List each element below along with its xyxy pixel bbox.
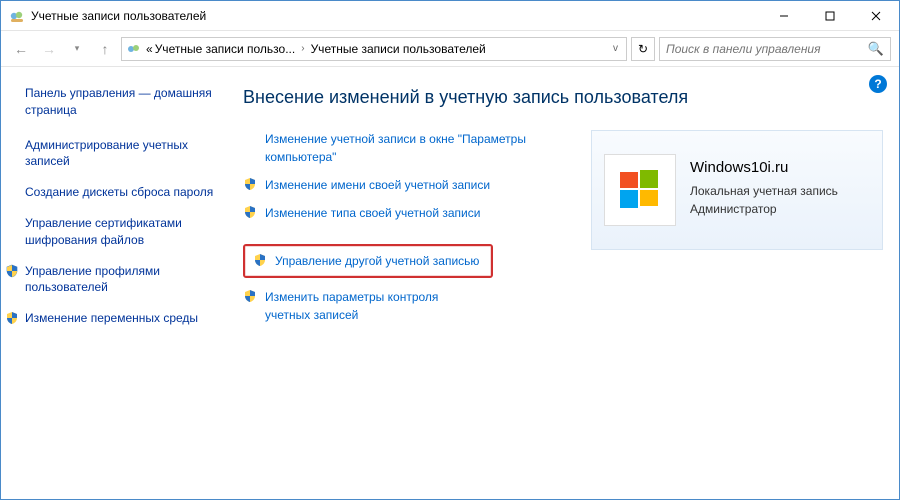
link-label: Изменение типа своей учетной записи: [265, 204, 480, 222]
shield-icon: [5, 311, 19, 325]
link-label: Управление другой учетной записью: [275, 252, 479, 270]
control-panel-window: Учетные записи пользователей ← → ▾ ↑ « У…: [0, 0, 900, 500]
breadcrumb-chevron-icon: ›: [297, 43, 308, 54]
link-label: Изменение учетной записи в окне "Парамет…: [265, 130, 567, 166]
avatar: [604, 154, 676, 226]
main-row: Изменение учетной записи в окне "Парамет…: [243, 130, 883, 334]
window-title: Учетные записи пользователей: [31, 9, 206, 23]
close-button[interactable]: [853, 1, 899, 31]
page-heading: Внесение изменений в учетную запись поль…: [243, 87, 883, 108]
window-controls: [761, 1, 899, 31]
shield-icon: [5, 264, 19, 278]
main-panel: Внесение изменений в учетную запись поль…: [231, 67, 899, 499]
sidebar: Панель управления — домашняя страница Ад…: [1, 67, 231, 499]
search-input[interactable]: [666, 42, 868, 56]
link-change-in-settings[interactable]: Изменение учетной записи в окне "Парамет…: [243, 130, 567, 166]
sidebar-item-admin-accounts[interactable]: Администрирование учетных записей: [25, 137, 221, 171]
shield-icon: [243, 205, 257, 219]
breadcrumb-prefix: «: [146, 42, 153, 56]
breadcrumb-dropdown-icon[interactable]: v: [609, 43, 622, 54]
sidebar-item-label: Управление профилями пользователей: [25, 263, 221, 297]
link-change-type[interactable]: Изменение типа своей учетной записи: [243, 204, 567, 222]
breadcrumb: « Учетные записи пользо... › Учетные зап…: [146, 42, 486, 56]
breadcrumb-icon: [126, 41, 142, 57]
link-label: Изменение имени своей учетной записи: [265, 176, 490, 194]
breadcrumb-seg-1[interactable]: Учетные записи пользо...: [155, 42, 296, 56]
app-icon: [9, 8, 25, 24]
shield-icon: [253, 253, 267, 267]
sidebar-item-user-profiles[interactable]: Управление профилями пользователей: [5, 263, 221, 297]
shield-icon: [243, 289, 257, 303]
help-button[interactable]: ?: [869, 75, 887, 93]
user-account-type: Локальная учетная запись: [690, 182, 838, 200]
user-info: Windows10i.ru Локальная учетная запись А…: [690, 143, 838, 237]
up-button[interactable]: ↑: [93, 37, 117, 61]
sidebar-item-label: Изменение переменных среды: [25, 310, 198, 327]
minimize-button[interactable]: [761, 1, 807, 31]
user-name: Windows10i.ru: [690, 157, 838, 180]
search-box[interactable]: 🔍: [659, 37, 891, 61]
link-change-name[interactable]: Изменение имени своей учетной записи: [243, 176, 567, 194]
recent-dropdown[interactable]: ▾: [65, 37, 89, 61]
sidebar-item-label: Управление сертификатами шифрования файл…: [25, 215, 221, 249]
sidebar-item-label: Создание дискеты сброса пароля: [25, 184, 213, 201]
user-card: Windows10i.ru Локальная учетная запись А…: [591, 130, 883, 250]
forward-button[interactable]: →: [37, 37, 61, 61]
search-icon[interactable]: 🔍: [868, 41, 884, 57]
link-manage-other-account[interactable]: Управление другой учетной записью: [243, 244, 493, 278]
sidebar-item-env-vars[interactable]: Изменение переменных среды: [5, 310, 221, 327]
link-uac-settings[interactable]: Изменить параметры контроля учетных запи…: [243, 288, 567, 324]
sidebar-item-password-reset-disk[interactable]: Создание дискеты сброса пароля: [25, 184, 221, 201]
shield-icon: [243, 177, 257, 191]
titlebar: Учетные записи пользователей: [1, 1, 899, 31]
sidebar-item-encryption-certs[interactable]: Управление сертификатами шифрования файл…: [25, 215, 221, 249]
content-area: ? Панель управления — домашняя страница …: [1, 67, 899, 499]
breadcrumb-seg-2[interactable]: Учетные записи пользователей: [311, 42, 486, 56]
navbar: ← → ▾ ↑ « Учетные записи пользо... › Уче…: [1, 31, 899, 67]
user-role: Администратор: [690, 200, 838, 218]
sidebar-item-label: Администрирование учетных записей: [25, 137, 221, 171]
refresh-button[interactable]: ↻: [631, 37, 655, 61]
breadcrumb-bar[interactable]: « Учетные записи пользо... › Учетные зап…: [121, 37, 627, 61]
link-label: Изменить параметры контроля учетных запи…: [265, 288, 485, 324]
maximize-button[interactable]: [807, 1, 853, 31]
windows-logo-icon: [614, 164, 666, 216]
sidebar-home-link[interactable]: Панель управления — домашняя страница: [25, 85, 221, 119]
action-links: Изменение учетной записи в окне "Парамет…: [243, 130, 567, 334]
back-button[interactable]: ←: [9, 37, 33, 61]
